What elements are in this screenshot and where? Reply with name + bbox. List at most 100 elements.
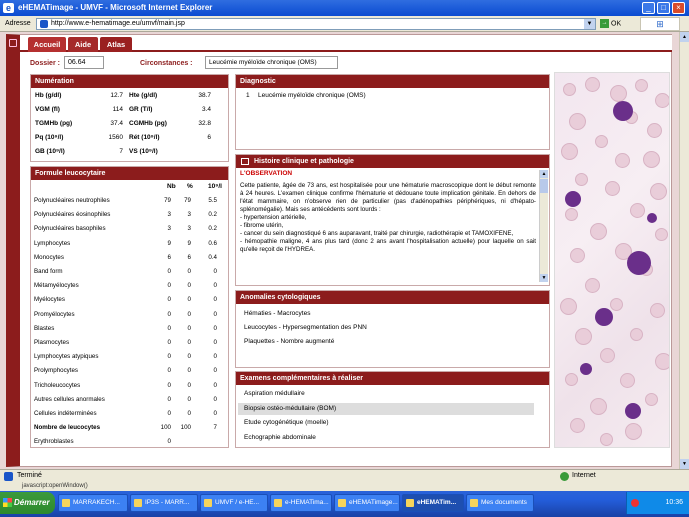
red-cell [565, 373, 578, 386]
row-abs: 0.6 [208, 239, 217, 247]
list-item[interactable]: Biopsie ostéo-médullaire (BOM) [238, 402, 534, 415]
row-label: Métamyélocytes [34, 282, 79, 290]
diagnostic-number: 1 [246, 92, 250, 99]
row-nb: 79 [164, 197, 171, 204]
row-nb: 3 [167, 225, 171, 233]
start-button[interactable]: Démarrer [0, 492, 55, 514]
list-item[interactable]: Aspiration médullaire [238, 388, 534, 400]
red-cell [605, 181, 620, 196]
num-value: 38.7 [198, 92, 211, 99]
page-scrollbar[interactable]: ▲ ▼ [679, 32, 689, 469]
taskbar-item[interactable]: IP3S - MARR... [130, 494, 198, 512]
row-abs: 0 [213, 339, 217, 346]
circonstances-field[interactable]: Leucémie myéloïde chronique (OMS) [205, 56, 338, 69]
chevron-down-icon[interactable]: ▼ [584, 19, 595, 29]
circonstances-label: Circonstances : [140, 60, 193, 67]
taskbar-item[interactable]: eHEMATim... [402, 494, 464, 512]
row-label: Polynucléaires éosinophiles [34, 211, 111, 219]
red-cell [610, 298, 623, 311]
scroll-up-icon[interactable]: ▲ [680, 32, 689, 42]
red-cell [630, 328, 643, 341]
close-button[interactable]: × [672, 2, 685, 14]
row-nb: 0 [167, 367, 171, 375]
scroll-thumb[interactable] [540, 179, 548, 193]
table-row: Polynucléaires éosinophiles 3 3 0.2 [31, 210, 228, 222]
table-row: Band form 0 0 0 [31, 267, 228, 279]
menu-icon[interactable] [9, 39, 17, 47]
numeration-title: Numération [31, 75, 228, 88]
address-input[interactable]: http://www.e-hematimage.eu/umvf/main.jsp… [36, 18, 596, 30]
ie-icon: e [3, 3, 14, 13]
red-cell [585, 278, 600, 293]
red-cell [620, 373, 635, 388]
row-nb: 0 [167, 268, 171, 275]
red-cell [635, 79, 648, 92]
scroll-down-icon[interactable]: ▼ [540, 274, 548, 282]
row-pct: 0 [187, 310, 191, 318]
red-cell [570, 248, 585, 263]
taskbar-item[interactable]: e-HEMATima... [270, 494, 332, 512]
red-cell [569, 113, 586, 130]
red-cell [645, 393, 658, 406]
maximize-button[interactable]: □ [657, 2, 670, 14]
table-row: Polynucléaires basophiles 3 3 0.2 [31, 224, 228, 236]
row-abs: 0.4 [208, 253, 217, 261]
row-label: Plasmocytes [34, 339, 70, 346]
row-label: Lymphocytes [34, 239, 71, 247]
taskbar-item[interactable]: UMVF / e-HE... [200, 494, 268, 512]
row-pct: 0 [187, 324, 191, 332]
minimize-button[interactable]: _ [642, 2, 655, 14]
security-zone: Internet [560, 470, 596, 482]
white-cell [595, 308, 613, 326]
row-pct: 79 [184, 197, 191, 204]
row-nb: 0 [167, 395, 171, 403]
row-pct: 0 [187, 353, 191, 361]
formule-title: Formule leucocytaire [31, 167, 228, 180]
table-row: Promyélocytes 0 0 0 [31, 310, 228, 322]
taskbar-item[interactable]: eHEMATimage... [334, 494, 400, 512]
tray-icon[interactable] [631, 499, 639, 507]
page-content: Accueil Aide Atlas Dossier : 06.64 Circo… [0, 32, 679, 469]
row-abs: 0 [213, 367, 217, 375]
red-cell [630, 203, 645, 218]
dossier-field[interactable]: 06.64 [64, 56, 104, 69]
table-row: Nombre de leucocytes 100 100 7 [31, 423, 228, 435]
taskbar-item-label: eHEMATimage... [349, 499, 398, 506]
taskbar-item-label: eHEMATim... [417, 499, 457, 506]
row-nb: 0 [167, 310, 171, 318]
tab-accueil[interactable]: Accueil [28, 37, 66, 52]
taskbar-item[interactable]: Mes documents [466, 494, 534, 512]
red-cell [610, 85, 627, 102]
num-value: 114 [112, 106, 123, 113]
row-abs: 0 [213, 410, 217, 417]
document-icon [241, 158, 249, 165]
row-abs: 7 [213, 424, 217, 432]
red-cell [570, 418, 585, 433]
row-label: Cellules indéterminées [34, 410, 97, 417]
list-item[interactable]: Echographie abdominale [238, 432, 534, 444]
row-pct: 0 [187, 381, 191, 389]
scroll-up-icon[interactable]: ▲ [540, 170, 548, 178]
num-label: VGM (fl) [35, 106, 60, 113]
list-item: Plaquettes - Nombre augmenté [244, 338, 335, 345]
histoire-scrollbar[interactable]: ▲ ▼ [539, 170, 548, 282]
table-row: Autres cellules anormales 0 0 0 [31, 395, 228, 407]
white-cell [565, 191, 581, 207]
row-abs: 0 [213, 310, 217, 318]
go-label: OK [611, 20, 622, 28]
go-button[interactable]: → OK [600, 19, 621, 29]
list-item[interactable]: Etude cytogénétique (moelle) [238, 417, 534, 429]
row-nb: 0 [167, 282, 171, 290]
tab-atlas[interactable]: Atlas [100, 37, 132, 52]
histoire-item: - fibrome utérin, [240, 222, 284, 229]
red-cell [560, 298, 577, 315]
windows-logo-icon: ⊞ [640, 17, 680, 31]
tab-aide[interactable]: Aide [68, 37, 98, 52]
row-label: Nombre de leucocytes [34, 424, 101, 432]
row-label: Monocytes [34, 253, 64, 261]
row-nb: 0 [167, 410, 171, 417]
taskbar-item[interactable]: MARRAKECH... [58, 494, 128, 512]
blood-smear-image[interactable] [554, 72, 670, 448]
diagnostic-value: Leucémie myéloïde chronique (OMS) [258, 92, 366, 99]
scroll-down-icon[interactable]: ▼ [680, 459, 689, 469]
